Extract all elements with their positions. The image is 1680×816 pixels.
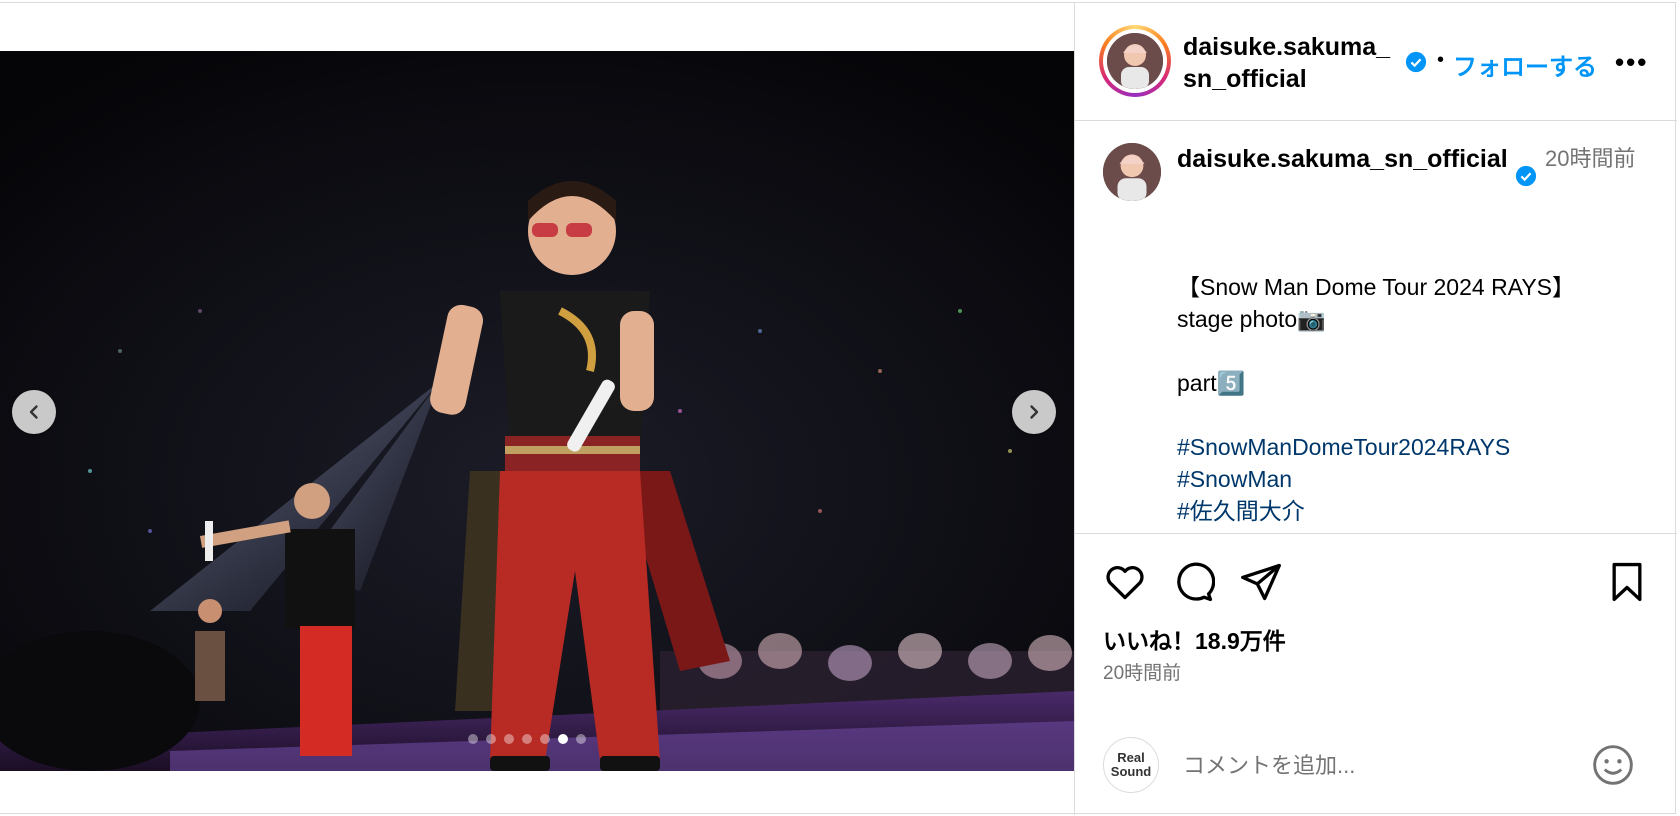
share-send-icon[interactable] xyxy=(1239,560,1283,604)
carousel-prev-button[interactable] xyxy=(12,390,56,434)
hashtag-link[interactable]: #佐久間大介 xyxy=(1177,495,1637,527)
like-heart-icon[interactable] xyxy=(1103,560,1147,604)
post-header: daisuke.sakuma_sn_official • フォローする ••• xyxy=(1075,3,1677,121)
caption-line: part5️⃣ xyxy=(1177,370,1246,396)
verified-badge-icon xyxy=(1405,51,1427,73)
more-options-button[interactable]: ••• xyxy=(1615,47,1648,78)
hashtag-link[interactable]: #SnowMan xyxy=(1177,463,1637,495)
caption-text: 【Snow Man Dome Tour 2024 RAYS】 stage phot… xyxy=(1177,271,1637,527)
add-comment-row: Real Sound xyxy=(1075,729,1677,809)
chevron-right-icon xyxy=(1030,405,1039,419)
caption-line xyxy=(1177,399,1637,431)
caption-username[interactable]: daisuke.sakuma_sn_official xyxy=(1177,143,1517,175)
caption-avatar[interactable] xyxy=(1103,143,1161,201)
action-section: いいね！18.9万件 20時間前 Real Sound xyxy=(1075,533,1677,816)
post-timestamp[interactable]: 20時間前 xyxy=(1103,658,1181,685)
post-frame: daisuke.sakuma_sn_official • フォローする ••• … xyxy=(0,2,1677,815)
header-username[interactable]: daisuke.sakuma_sn_official xyxy=(1183,31,1403,95)
stage-photo xyxy=(0,51,1074,771)
carousel-dot xyxy=(522,734,532,744)
emoji-picker-icon[interactable] xyxy=(1591,743,1635,787)
carousel-dot xyxy=(540,734,550,744)
post-side-panel: daisuke.sakuma_sn_official • フォローする ••• … xyxy=(1074,3,1677,815)
carousel-dot xyxy=(576,734,586,744)
separator-dot: • xyxy=(1437,49,1445,71)
logo-line-2: Sound xyxy=(1110,764,1152,779)
story-ring[interactable] xyxy=(1099,25,1171,97)
carousel-dot xyxy=(504,734,514,744)
caption-time[interactable]: 20時間前 xyxy=(1545,143,1645,175)
carousel-next-button[interactable] xyxy=(1012,390,1056,434)
bookmark-save-icon[interactable] xyxy=(1605,560,1649,604)
logo-line-1: Real xyxy=(1117,750,1145,765)
caption-line: 【Snow Man Dome Tour 2024 RAYS】 xyxy=(1177,274,1575,300)
caption-line xyxy=(1177,335,1637,367)
carousel-indicator xyxy=(468,734,586,744)
comment-input[interactable] xyxy=(1181,747,1565,785)
carousel-dot xyxy=(468,734,478,744)
viewer-avatar-logo: Real Sound xyxy=(1103,737,1159,793)
comment-bubble-icon[interactable] xyxy=(1171,560,1215,604)
carousel-dot xyxy=(558,734,568,744)
caption-area: daisuke.sakuma_sn_official 20時間前 【Snow M… xyxy=(1075,121,1677,533)
post-media[interactable] xyxy=(0,51,1074,771)
like-count[interactable]: いいね！18.9万件 xyxy=(1103,622,1286,656)
verified-badge-icon xyxy=(1515,165,1537,187)
hashtag-link[interactable]: #SnowManDomeTour2024RAYS xyxy=(1177,431,1637,463)
chevron-left-icon xyxy=(29,405,38,419)
carousel-dot xyxy=(486,734,496,744)
caption-line: stage photo📷 xyxy=(1177,306,1326,332)
follow-button[interactable]: フォローする xyxy=(1453,47,1597,82)
avatar xyxy=(1107,33,1163,89)
